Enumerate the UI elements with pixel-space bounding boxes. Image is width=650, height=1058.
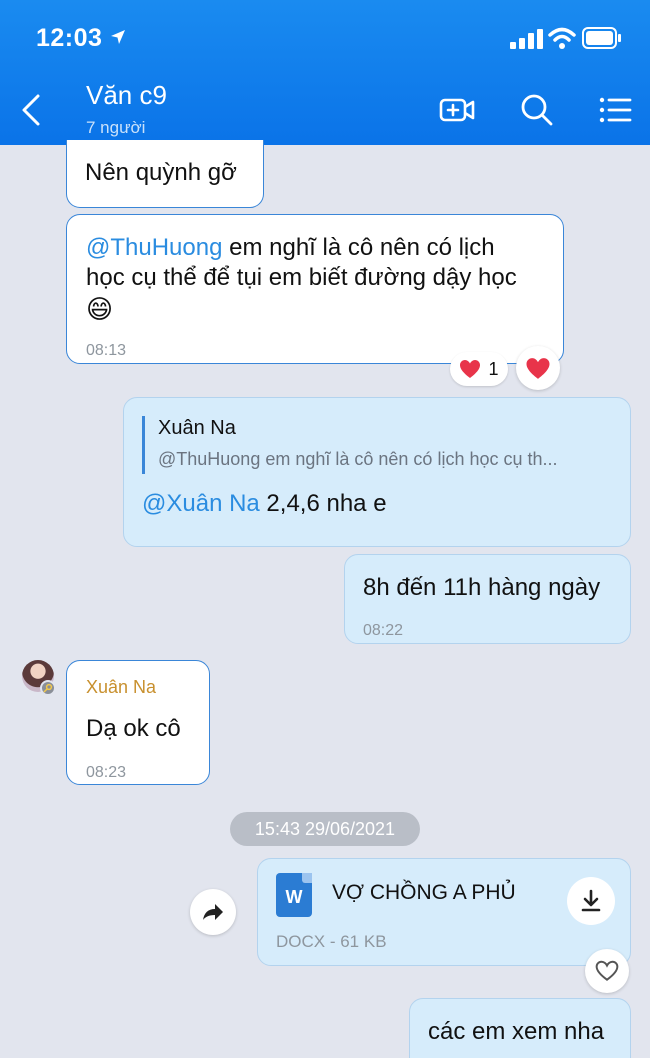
menu-list-icon[interactable] xyxy=(596,91,634,129)
message-text: Nên quỳnh gỡ xyxy=(85,159,237,186)
message-time: 08:13 xyxy=(86,342,127,359)
forward-arrow-icon xyxy=(203,904,223,920)
message-bubble[interactable]: 8h đến 11h hàng ngày 08:22 xyxy=(344,554,631,644)
key-badge-icon xyxy=(40,680,56,696)
react-button[interactable] xyxy=(516,346,560,390)
quote-author: Xuân Na xyxy=(158,417,236,439)
message-line-2: học cụ thể để tụi em biết đường dậy học xyxy=(86,264,517,291)
battery-icon xyxy=(582,27,621,49)
mention-link[interactable]: @ThuHuong xyxy=(86,234,222,261)
message-text: các em xem nha xyxy=(428,1018,605,1045)
forward-button[interactable] xyxy=(190,889,236,935)
message-time: 08:22 xyxy=(363,622,404,639)
heart-icon xyxy=(526,357,550,379)
heart-reaction-icon xyxy=(460,360,481,378)
conversation-title[interactable]: Văn c9 xyxy=(86,80,167,111)
message-bubble-reply[interactable]: Xuân Na @ThuHuong em nghĩ là cô nên có l… xyxy=(123,397,631,547)
back-icon[interactable] xyxy=(18,92,48,128)
reaction-count: 1 xyxy=(488,358,499,379)
file-message[interactable]: W VỢ CHỒNG A PHỦ DOCX - 61 KB xyxy=(257,858,631,966)
wifi-icon xyxy=(548,27,576,49)
quote-bar xyxy=(142,416,145,474)
video-call-icon[interactable] xyxy=(438,91,476,129)
download-button[interactable] xyxy=(567,877,615,925)
mention-link[interactable]: @Xuân Na xyxy=(142,490,260,517)
message-text: Dạ ok cô xyxy=(86,715,181,742)
download-icon xyxy=(581,889,601,912)
status-time: 12:03 xyxy=(36,24,103,52)
location-arrow-icon xyxy=(111,30,125,44)
message-text: @Xuân Na 2,4,6 nha e xyxy=(142,490,387,517)
file-name: VỢ CHỒNG A PHỦ xyxy=(332,881,516,904)
message-text: 8h đến 11h hàng ngày xyxy=(363,574,601,601)
file-meta: DOCX - 61 KB xyxy=(276,932,387,951)
like-button[interactable] xyxy=(585,949,629,993)
grin-emoji: 😄 xyxy=(86,294,114,324)
message-bubble[interactable]: Nên quỳnh gỡ xyxy=(66,140,264,208)
message-line-1: @ThuHuong em nghĩ là cô nên có lịch xyxy=(86,234,495,261)
heart-outline-icon xyxy=(595,960,619,981)
message-time: 08:23 xyxy=(86,764,127,781)
sender-name[interactable]: Xuân Na xyxy=(86,675,156,699)
date-separator: 15:43 29/06/2021 xyxy=(230,812,420,846)
message-bubble[interactable]: các em xem nha xyxy=(409,998,631,1058)
message-bubble[interactable]: @ThuHuong em nghĩ là cô nên có lịch học … xyxy=(66,214,564,364)
search-icon[interactable] xyxy=(518,91,556,129)
top-bar: 12:03 Văn c9 7 người xyxy=(0,0,650,145)
signal-icon xyxy=(510,29,543,49)
word-file-icon: W xyxy=(276,873,312,917)
message-bubble[interactable]: Xuân Na Dạ ok cô 08:23 xyxy=(66,660,210,785)
quote-text: @ThuHuong em nghĩ là cô nên có lịch học … xyxy=(158,449,558,469)
member-count[interactable]: 7 người xyxy=(86,118,145,138)
reaction-summary[interactable]: 1 xyxy=(450,352,508,386)
